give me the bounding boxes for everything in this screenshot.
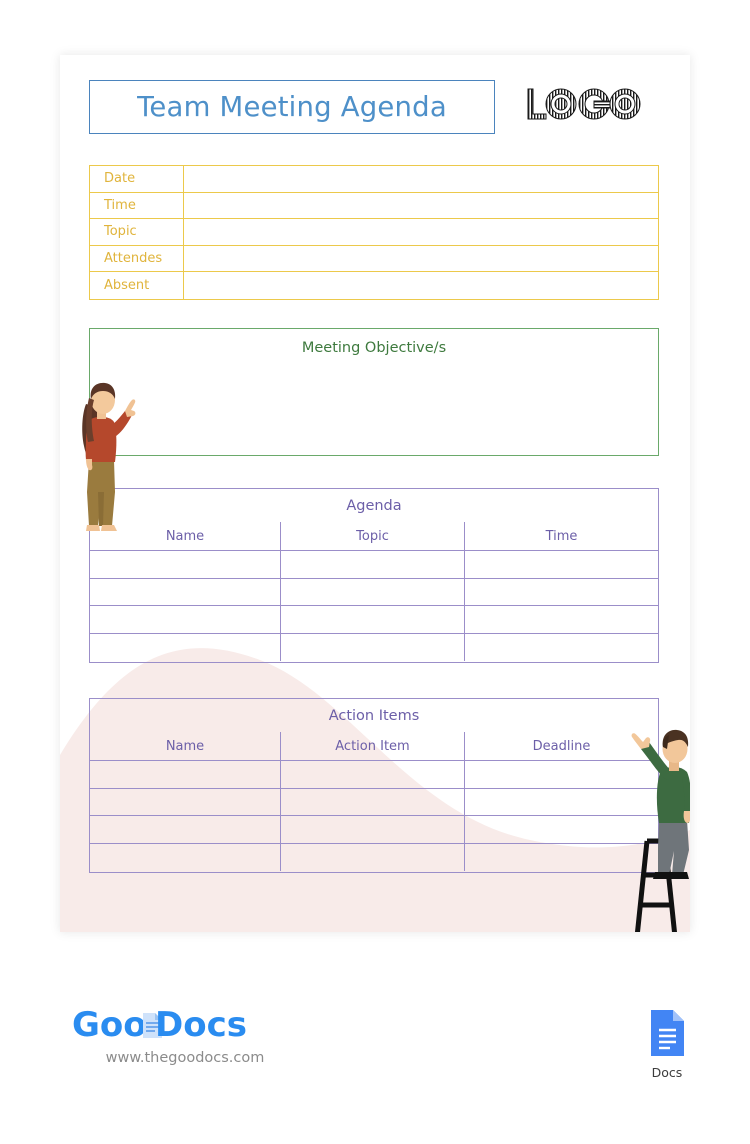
google-docs-icon bbox=[651, 1010, 684, 1056]
agenda-cell-name[interactable] bbox=[90, 634, 280, 662]
page-footer: Goo Docs www.thegoodocs.com Docs bbox=[0, 960, 750, 1090]
agenda-table-header-row: Name Topic Time bbox=[90, 522, 658, 551]
action-cell-item[interactable] bbox=[280, 843, 464, 871]
table-row bbox=[90, 761, 658, 789]
action-cell-deadline[interactable] bbox=[464, 788, 658, 815]
action-cell-deadline[interactable] bbox=[464, 843, 658, 871]
meeting-objectives-box[interactable]: Meeting Objective/s bbox=[89, 328, 659, 456]
table-row bbox=[90, 551, 658, 579]
google-docs-badge[interactable]: Docs bbox=[645, 1008, 689, 1080]
agenda-column-topic: Topic bbox=[280, 522, 464, 550]
action-cell-name[interactable] bbox=[90, 844, 280, 872]
action-cell-item[interactable] bbox=[280, 816, 464, 843]
agenda-table: Agenda Name Topic Time bbox=[89, 488, 659, 663]
agenda-cell-name[interactable] bbox=[90, 551, 280, 578]
info-label-absent: Absent bbox=[90, 272, 184, 299]
table-row bbox=[90, 788, 658, 816]
document-title-box[interactable]: Team Meeting Agenda bbox=[89, 80, 495, 134]
meeting-objectives-title: Meeting Objective/s bbox=[301, 340, 447, 356]
table-row: Absent bbox=[90, 272, 658, 299]
action-cell-name[interactable] bbox=[90, 789, 280, 816]
info-value-absent[interactable] bbox=[184, 272, 658, 299]
table-row bbox=[90, 606, 658, 634]
action-column-item: Action Item bbox=[280, 732, 464, 760]
info-value-topic[interactable] bbox=[184, 219, 658, 245]
google-docs-label: Docs bbox=[651, 1065, 683, 1080]
meeting-info-table: Date Time Topic Attendes Absent bbox=[89, 165, 659, 300]
table-row bbox=[90, 816, 658, 844]
agenda-cell-topic[interactable] bbox=[280, 551, 464, 578]
info-label-attendes: Attendes bbox=[90, 245, 184, 271]
action-cell-name[interactable] bbox=[90, 816, 280, 843]
info-value-attendes[interactable] bbox=[184, 246, 658, 272]
goodocs-website-url[interactable]: www.thegoodocs.com bbox=[60, 1050, 310, 1066]
document-page: Team Meeting Agenda Date Time Topic Atte… bbox=[60, 55, 690, 932]
agenda-column-time: Time bbox=[464, 522, 658, 550]
action-items-header-row: Name Action Item Deadline bbox=[90, 732, 658, 761]
agenda-column-name: Name bbox=[165, 528, 205, 544]
action-cell-name[interactable] bbox=[90, 761, 280, 788]
goodocs-text-part-2: Docs bbox=[155, 1005, 247, 1045]
action-column-name: Name bbox=[165, 738, 205, 754]
info-value-time[interactable] bbox=[184, 193, 658, 219]
action-items-table: Action Items Name Action Item Deadline bbox=[89, 698, 659, 873]
goodocs-brand-logo[interactable]: Goo Docs bbox=[72, 1005, 322, 1045]
page-title: Team Meeting Agenda bbox=[137, 91, 447, 123]
action-cell-item[interactable] bbox=[280, 761, 464, 788]
agenda-cell-time[interactable] bbox=[464, 606, 658, 633]
action-cell-deadline[interactable] bbox=[464, 761, 658, 788]
table-row: Time bbox=[90, 192, 658, 219]
agenda-cell-topic[interactable] bbox=[280, 633, 464, 661]
table-row bbox=[90, 578, 658, 606]
goodocs-text-part-1: Goo bbox=[72, 1005, 147, 1045]
agenda-cell-time[interactable] bbox=[464, 551, 658, 578]
action-column-deadline: Deadline bbox=[464, 732, 658, 760]
agenda-cell-name[interactable] bbox=[90, 606, 280, 633]
agenda-cell-topic[interactable] bbox=[280, 578, 464, 605]
table-row bbox=[90, 633, 658, 662]
agenda-cell-time[interactable] bbox=[464, 578, 658, 605]
goodocs-wordmark-icon: Goo Docs bbox=[72, 1005, 247, 1045]
info-label-date: Date bbox=[90, 166, 184, 192]
action-cell-item[interactable] bbox=[280, 788, 464, 815]
action-cell-deadline[interactable] bbox=[464, 816, 658, 843]
agenda-table-title: Agenda bbox=[346, 498, 402, 514]
agenda-cell-name[interactable] bbox=[90, 579, 280, 606]
table-row: Topic bbox=[90, 219, 658, 246]
table-row: Date bbox=[90, 166, 658, 193]
action-items-table-title: Action Items bbox=[328, 708, 420, 724]
logo-striped-text-icon bbox=[527, 88, 641, 120]
table-row: Attendes bbox=[90, 245, 658, 272]
logo-placeholder[interactable] bbox=[522, 83, 642, 125]
agenda-cell-time[interactable] bbox=[464, 633, 658, 661]
info-label-topic: Topic bbox=[90, 219, 184, 245]
info-value-date[interactable] bbox=[184, 166, 658, 192]
info-label-time: Time bbox=[90, 192, 184, 218]
agenda-cell-topic[interactable] bbox=[280, 606, 464, 633]
table-row bbox=[90, 843, 658, 872]
